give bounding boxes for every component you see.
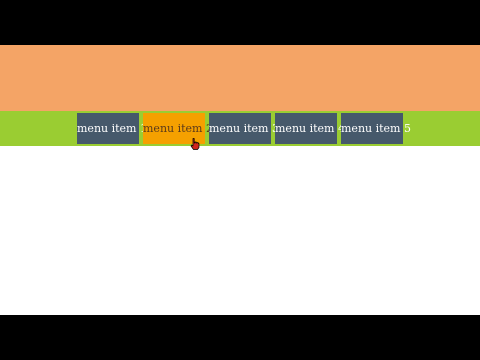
letterbox-bottom bbox=[0, 315, 480, 360]
hand-pointer-icon bbox=[190, 138, 200, 150]
content-area bbox=[0, 146, 480, 315]
menu-item-4[interactable]: menu item 4 bbox=[275, 113, 345, 144]
menu: menu item 1 menu item 2 menu item 3 menu… bbox=[77, 113, 411, 144]
header-band bbox=[0, 45, 480, 111]
nav-bar: menu item 1 menu item 2 menu item 3 menu… bbox=[0, 111, 480, 146]
page-viewport: menu item 1 menu item 2 menu item 3 menu… bbox=[0, 45, 480, 315]
letterbox-top bbox=[0, 0, 480, 45]
menu-item-3[interactable]: menu item 3 bbox=[209, 113, 279, 144]
menu-item-5[interactable]: menu item 5 bbox=[341, 113, 411, 144]
menu-item-1[interactable]: menu item 1 bbox=[77, 113, 147, 144]
